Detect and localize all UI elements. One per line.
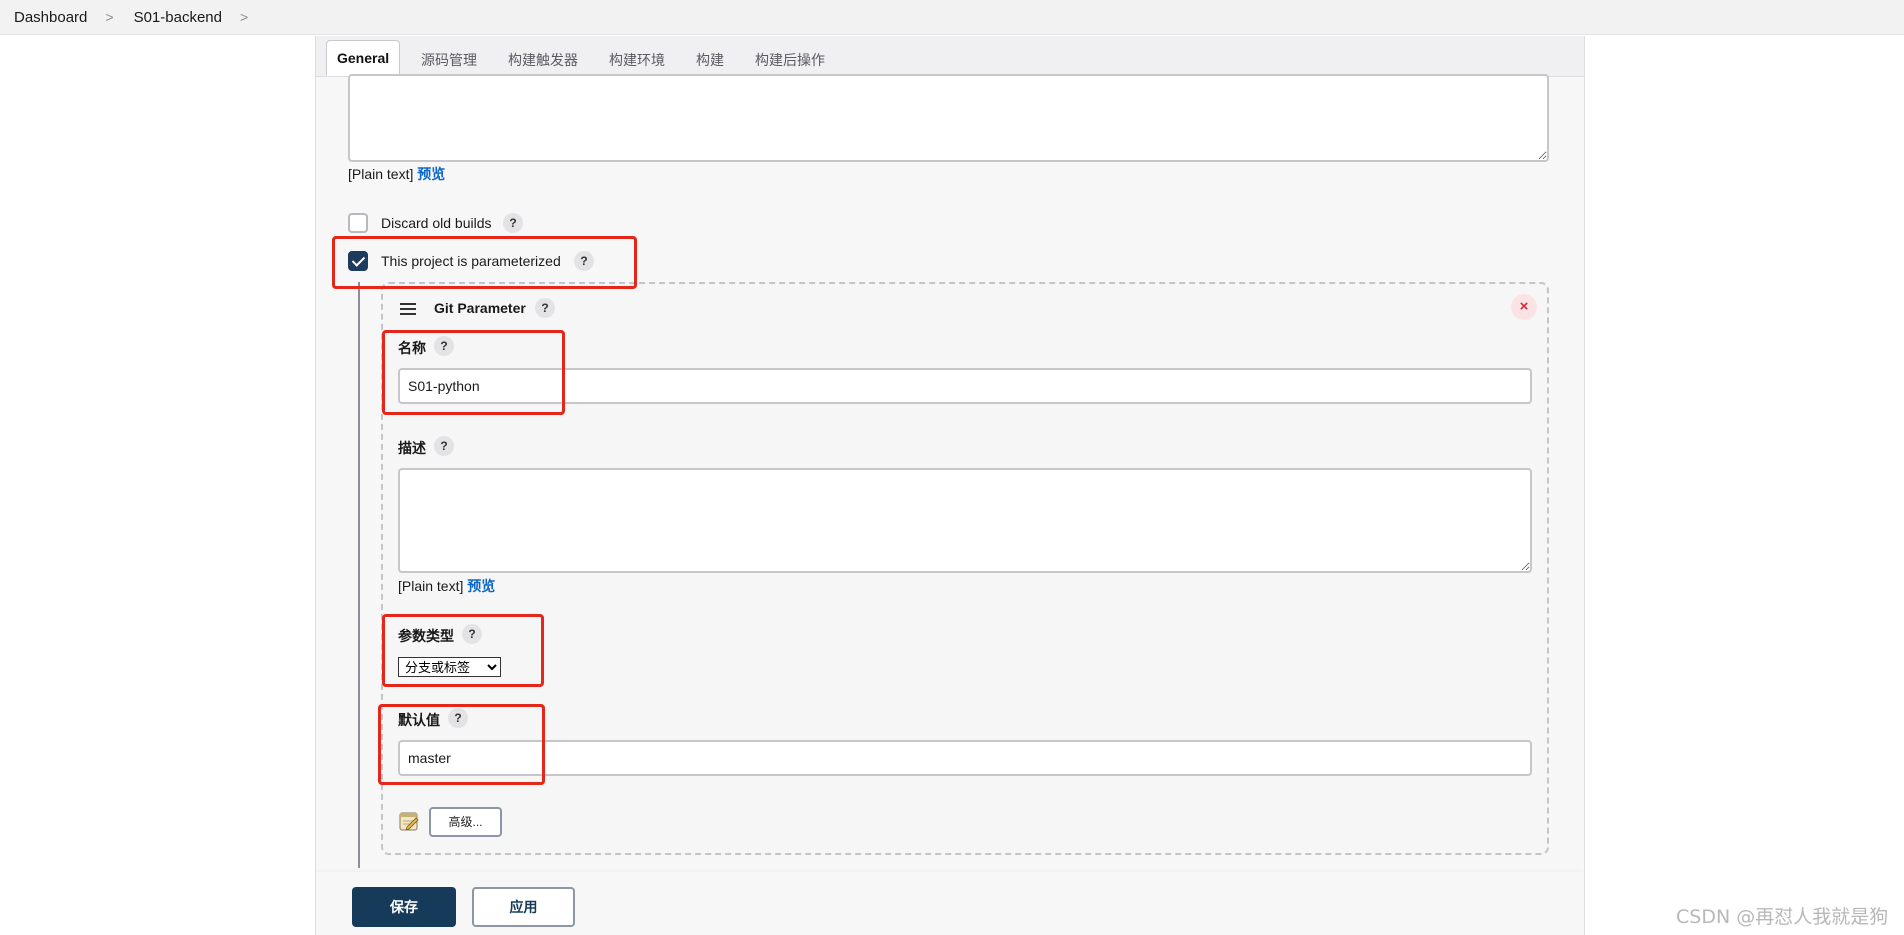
parameterized-help-icon[interactable]: ? <box>574 251 594 271</box>
breadcrumb-project[interactable]: S01-backend <box>134 9 222 26</box>
parameterized-checkbox[interactable] <box>348 251 368 271</box>
preview-link[interactable]: 预览 <box>417 166 445 182</box>
tab-build-environment[interactable]: 构建环境 <box>609 50 665 70</box>
parameterized-label: This project is parameterized <box>381 253 561 269</box>
project-description-textarea[interactable] <box>348 74 1549 162</box>
breadcrumb-separator-icon: > <box>105 9 114 25</box>
param-description-help-icon[interactable]: ? <box>434 436 454 456</box>
watermark: CSDN @再怼人我就是狗 <box>1676 906 1889 928</box>
param-description-textarea[interactable] <box>398 468 1532 573</box>
param-name-input[interactable] <box>398 368 1532 404</box>
param-preview-link[interactable]: 预览 <box>467 578 495 594</box>
breadcrumb: Dashboard > S01-backend > <box>0 0 1904 35</box>
param-name-label: 名称 <box>398 340 426 356</box>
param-name-help-icon[interactable]: ? <box>434 336 454 356</box>
nested-section-line <box>358 282 360 882</box>
tab-build[interactable]: 构建 <box>696 50 724 70</box>
apply-button[interactable]: 应用 <box>472 887 575 927</box>
config-tabs: General 源码管理 构建触发器 构建环境 构建 构建后操作 <box>316 36 1584 77</box>
breadcrumb-separator-icon: > <box>239 9 249 25</box>
param-type-label: 参数类型 <box>398 628 454 644</box>
git-parameter-title: Git Parameter <box>434 300 526 316</box>
save-button[interactable]: 保存 <box>352 887 456 927</box>
param-type-help-icon[interactable]: ? <box>462 624 482 644</box>
param-description-label: 描述 <box>398 440 426 456</box>
discard-old-builds-label: Discard old builds <box>381 215 492 231</box>
tab-general[interactable]: General <box>326 40 401 76</box>
param-type-select[interactable]: 分支或标签 <box>398 657 501 677</box>
param-default-label: 默认值 <box>398 712 440 728</box>
remove-parameter-close-icon[interactable]: × <box>1511 294 1537 320</box>
description-format: [Plain text] 预览 <box>348 164 445 184</box>
format-label: [Plain text] <box>348 166 414 182</box>
discard-old-builds-help-icon[interactable]: ? <box>503 213 523 233</box>
tab-post-build-actions[interactable]: 构建后操作 <box>755 50 825 70</box>
form-footer: 保存 应用 <box>316 872 1583 935</box>
git-parameter-help-icon[interactable]: ? <box>535 298 555 318</box>
discard-old-builds-checkbox[interactable] <box>348 213 368 233</box>
drag-handle-icon[interactable] <box>400 303 416 315</box>
param-default-input[interactable] <box>398 740 1532 776</box>
breadcrumb-dashboard[interactable]: Dashboard <box>0 9 87 26</box>
format-label: [Plain text] <box>398 578 464 594</box>
notepad-edit-icon[interactable] <box>398 810 420 832</box>
param-description-format: [Plain text] 预览 <box>398 576 495 596</box>
tab-source-code-management[interactable]: 源码管理 <box>421 50 477 70</box>
advanced-button[interactable]: 高级... <box>429 807 502 837</box>
param-default-help-icon[interactable]: ? <box>448 708 468 728</box>
tab-build-triggers[interactable]: 构建触发器 <box>508 50 578 70</box>
